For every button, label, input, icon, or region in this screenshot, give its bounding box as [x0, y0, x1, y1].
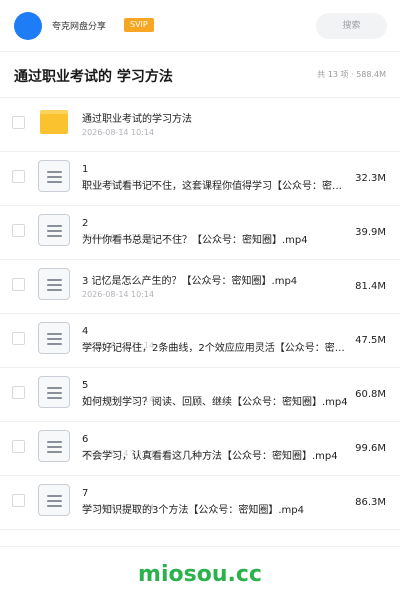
row-checkbox[interactable] [12, 224, 25, 237]
file-index: 6 [82, 434, 89, 445]
file-row[interactable]: 5 2026-08-14 10:14 如何规划学习？阅读、回顾、继续【公众号：密知圈… [0, 368, 400, 422]
file-icon [38, 376, 70, 408]
file-icon [38, 430, 70, 462]
file-size: 99.6M [355, 443, 386, 454]
file-name[interactable]: 学得好记得住，2条曲线，2个效应应用灵活【公众号：密知圈】.mp4 [82, 339, 350, 354]
file-icon [38, 322, 70, 354]
file-size: 39.9M [355, 227, 386, 238]
file-date: 2026-08-14 10:14 [82, 128, 155, 137]
file-summary: 共 13 项 · 588.4M [317, 70, 386, 79]
file-name[interactable]: 3 记忆是怎么产生的？【公众号：密知圈】.mp4 [82, 272, 350, 287]
file-row[interactable]: 2 2026-08-14 10:14 为什你看书总是记不住？【公众号：密知圈】.mp… [0, 206, 400, 260]
folder-icon [40, 110, 68, 134]
file-name[interactable]: 职业考试看书记不住，这套课程你值得学习【公众号：密知圈】.mp4 [82, 177, 350, 192]
file-index: 2 [82, 218, 89, 229]
row-checkbox[interactable] [12, 116, 25, 129]
header-bar: 夸克网盘分享 SVIP 搜索 [0, 0, 400, 52]
title-bar: 通过职业考试的 学习方法 共 13 项 · 588.4M [0, 52, 400, 98]
avatar[interactable] [14, 12, 42, 40]
file-index: 1 [82, 164, 89, 175]
file-row[interactable]: 1 2026-08-14 10:14 职业考试看书记不住，这套课程你值得学习【公众号… [0, 152, 400, 206]
file-size: 32.3M [355, 173, 386, 184]
file-icon [38, 484, 70, 516]
file-name[interactable]: 为什你看书总是记不住？【公众号：密知圈】.mp4 [82, 231, 350, 246]
file-size: 86.3M [355, 497, 386, 508]
file-row[interactable]: 3 记忆是怎么产生的？【公众号：密知圈】.mp4 2026-08-14 10:14… [0, 260, 400, 314]
row-checkbox[interactable] [12, 386, 25, 399]
file-name[interactable]: 不会学习，认真看看这几种方法【公众号：密知圈】.mp4 [82, 447, 350, 462]
file-row[interactable]: 7 2026-08-14 10:14 学习知识提取的3个方法【公众号：密知圈】.mp… [0, 476, 400, 530]
file-icon [38, 268, 70, 300]
svip-badge: SVIP [124, 18, 154, 32]
row-checkbox[interactable] [12, 332, 25, 345]
row-checkbox[interactable] [12, 278, 25, 291]
row-checkbox[interactable] [12, 440, 25, 453]
file-icon [38, 160, 70, 192]
file-index: 4 [82, 326, 89, 337]
row-checkbox[interactable] [12, 494, 25, 507]
file-size: 81.4M [355, 281, 386, 292]
file-name[interactable]: 学习知识提取的3个方法【公众号：密知圈】.mp4 [82, 501, 350, 516]
file-name[interactable]: 如何规划学习？阅读、回顾、继续【公众号：密知圈】.mp4 [82, 393, 350, 408]
file-row[interactable]: 6 2026-08-14 10:14 不会学习，认真看看这几种方法【公众号：密知圈】… [0, 422, 400, 476]
search-button[interactable]: 搜索 [316, 13, 387, 39]
folder-row[interactable]: 通过职业考试的学习方法 2026-08-14 10:14 [0, 98, 400, 152]
folder-name[interactable]: 通过职业考试的学习方法 [82, 110, 350, 125]
brand-watermark: miosou.cc [138, 562, 262, 587]
file-index: 5 [82, 380, 89, 391]
file-icon [38, 214, 70, 246]
file-list: 通过职业考试的学习方法 2026-08-14 10:14 1 2026-08-14 1… [0, 98, 400, 530]
share-owner-name: 夸克网盘分享 [52, 22, 107, 32]
file-row[interactable]: 4 2026-08-14 10:14 学得好记得住，2条曲线，2个效应应用灵活【公众… [0, 314, 400, 368]
row-checkbox[interactable] [12, 170, 25, 183]
footer-divider [0, 546, 400, 547]
file-index: 7 [82, 488, 89, 499]
file-size: 47.5M [355, 335, 386, 346]
file-size: 60.8M [355, 389, 386, 400]
file-date: 2026-08-14 10:14 [82, 290, 155, 299]
page-title: 通过职业考试的 学习方法 [14, 69, 173, 85]
